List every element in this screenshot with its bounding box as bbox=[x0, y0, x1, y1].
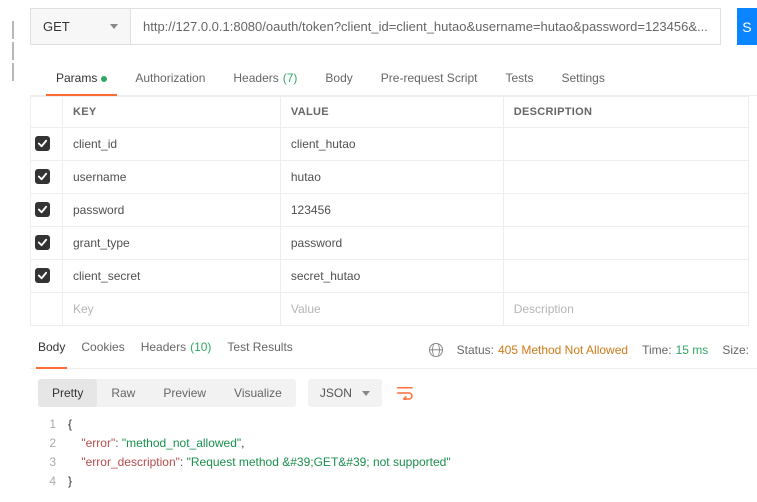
param-desc[interactable] bbox=[503, 161, 748, 194]
param-value[interactable]: client_hutao bbox=[280, 128, 503, 161]
response-body[interactable]: 1{ 2 "error": "method_not_allowed", 3 "e… bbox=[38, 415, 757, 491]
status-label: Status:405 Method Not Allowed bbox=[457, 343, 628, 357]
checkbox-checked-icon[interactable] bbox=[35, 268, 50, 283]
resp-tab-cookies[interactable]: Cookies bbox=[81, 340, 124, 360]
param-value[interactable]: secret_hutao bbox=[280, 260, 503, 293]
tab-params[interactable]: Params bbox=[42, 63, 121, 95]
tab-body[interactable]: Body bbox=[311, 63, 366, 95]
param-key[interactable]: client_secret bbox=[63, 260, 281, 293]
http-method-dropdown[interactable]: GET bbox=[31, 9, 131, 44]
wrap-lines-button[interactable] bbox=[392, 379, 420, 407]
param-key[interactable]: grant_type bbox=[63, 227, 281, 260]
sidebar-handle[interactable] bbox=[3, 18, 23, 88]
param-desc[interactable] bbox=[503, 227, 748, 260]
response-tabs: Body Cookies Headers(10) Test Results bbox=[38, 340, 293, 360]
param-desc-input[interactable]: Description bbox=[503, 293, 748, 326]
checkbox-checked-icon[interactable] bbox=[35, 202, 50, 217]
view-visualize[interactable]: Visualize bbox=[220, 379, 296, 407]
checkbox-checked-icon[interactable] bbox=[35, 235, 50, 250]
view-preview[interactable]: Preview bbox=[149, 379, 220, 407]
resp-tab-body[interactable]: Body bbox=[38, 340, 65, 360]
tab-settings[interactable]: Settings bbox=[548, 63, 619, 95]
param-key-input[interactable]: Key bbox=[63, 293, 281, 326]
table-row[interactable]: client_secretsecret_hutao bbox=[31, 260, 749, 293]
table-row[interactable]: grant_typepassword bbox=[31, 227, 749, 260]
format-dropdown[interactable]: JSON bbox=[308, 379, 382, 407]
resp-tab-headers[interactable]: Headers(10) bbox=[141, 340, 212, 360]
checkbox-checked-icon[interactable] bbox=[35, 136, 50, 151]
time-label: Time:15 ms bbox=[642, 343, 708, 357]
send-button[interactable]: S bbox=[737, 8, 757, 45]
table-row[interactable]: client_idclient_hutao bbox=[31, 128, 749, 161]
col-value: VALUE bbox=[280, 97, 503, 128]
resp-tab-test-results[interactable]: Test Results bbox=[227, 340, 292, 360]
param-value[interactable]: hutao bbox=[280, 161, 503, 194]
param-key[interactable]: password bbox=[63, 194, 281, 227]
view-mode-segment: Pretty Raw Preview Visualize bbox=[38, 379, 296, 407]
active-dot-icon bbox=[101, 76, 107, 82]
param-desc[interactable] bbox=[503, 128, 748, 161]
col-check bbox=[31, 97, 63, 128]
size-label: Size: bbox=[722, 343, 749, 357]
view-raw[interactable]: Raw bbox=[97, 379, 149, 407]
http-method-value: GET bbox=[43, 19, 70, 34]
col-key: KEY bbox=[63, 97, 281, 128]
col-desc: DESCRIPTION bbox=[503, 97, 748, 128]
param-key[interactable]: client_id bbox=[63, 128, 281, 161]
param-value[interactable]: 123456 bbox=[280, 194, 503, 227]
param-value[interactable]: password bbox=[280, 227, 503, 260]
request-tabs: Params Authorization Headers(7) Body Pre… bbox=[30, 63, 757, 96]
tab-prerequest[interactable]: Pre-request Script bbox=[367, 63, 492, 95]
chevron-down-icon bbox=[362, 391, 370, 396]
param-value-input[interactable]: Value bbox=[280, 293, 503, 326]
tab-tests[interactable]: Tests bbox=[491, 63, 547, 95]
tab-authorization[interactable]: Authorization bbox=[121, 63, 219, 95]
param-key[interactable]: username bbox=[63, 161, 281, 194]
checkbox-checked-icon[interactable] bbox=[35, 169, 50, 184]
param-desc[interactable] bbox=[503, 194, 748, 227]
chevron-down-icon bbox=[110, 24, 118, 29]
table-row[interactable]: usernamehutao bbox=[31, 161, 749, 194]
table-row[interactable]: password123456 bbox=[31, 194, 749, 227]
table-row-new[interactable]: KeyValueDescription bbox=[31, 293, 749, 326]
url-input[interactable]: http://127.0.0.1:8080/oauth/token?client… bbox=[131, 9, 720, 44]
view-pretty[interactable]: Pretty bbox=[38, 379, 97, 407]
params-table: KEY VALUE DESCRIPTION client_idclient_hu… bbox=[30, 96, 749, 326]
tab-headers[interactable]: Headers(7) bbox=[219, 63, 311, 95]
globe-icon[interactable] bbox=[429, 343, 443, 357]
param-desc[interactable] bbox=[503, 260, 748, 293]
